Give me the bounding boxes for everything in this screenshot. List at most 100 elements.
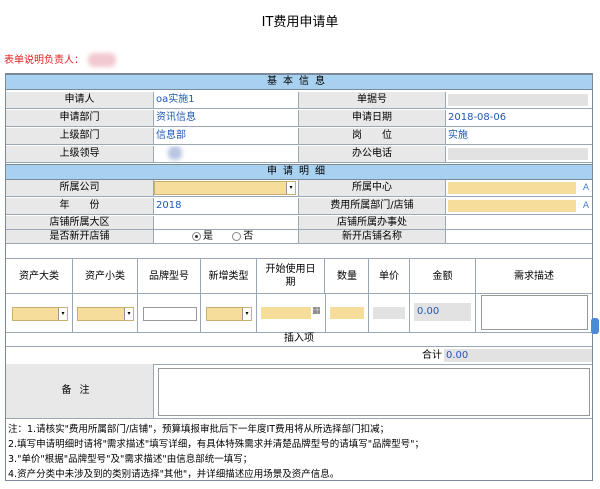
header-amount: 金额 [410, 259, 476, 293]
superior-dept-label: 上级部门 [6, 128, 154, 144]
header-start-date: 开始使用日期 [257, 259, 325, 293]
picker-icon[interactable]: A [582, 182, 590, 194]
header-brand-model: 品牌型号 [138, 259, 201, 293]
insert-row: 插入项 [6, 333, 592, 345]
cost-dept-input[interactable] [448, 200, 576, 212]
unit-price-input[interactable] [373, 307, 405, 319]
quantity-input[interactable] [330, 307, 364, 319]
office-phone-value [446, 146, 592, 162]
header-unit-price: 单价 [369, 259, 410, 293]
radio-yes-label: 是 [203, 231, 213, 242]
office-phone-input[interactable] [448, 148, 588, 160]
date-label: 申请日期 [299, 110, 446, 126]
superior-dept-value: 信息部 [154, 128, 299, 144]
section-basic-header: 基本信息 [6, 74, 592, 90]
company-field: ▾ [154, 180, 299, 196]
asset-category-select[interactable]: ▾ [12, 307, 68, 321]
header-asset-category: 资产大类 [6, 259, 73, 293]
year-label: 年 份 [6, 198, 154, 214]
radio-yes-icon [192, 231, 201, 241]
add-type-select[interactable]: ▾ [206, 307, 252, 321]
header-quantity: 数量 [326, 259, 369, 293]
position-value: 实施 [448, 130, 468, 141]
row-year: 年 份 2018 费用所属部门/店铺 A [6, 198, 592, 215]
radio-yes[interactable]: 是 [192, 231, 213, 242]
cost-dept-label: 费用所属部门/店铺 [299, 198, 446, 214]
cost-dept-field: A [446, 198, 592, 214]
center-field: A [446, 180, 592, 196]
form-title: IT费用申请单 [261, 15, 339, 30]
chevron-down-icon: ▾ [286, 182, 295, 194]
row-store-region: 店铺所属大区 店铺所属办事处 [6, 216, 592, 230]
store-office-value [446, 216, 592, 229]
section-detail-title: 申请明细 [267, 166, 331, 177]
side-expand-icon[interactable] [591, 318, 599, 334]
new-store-name-value [446, 230, 592, 243]
radio-no[interactable]: 否 [232, 231, 253, 242]
superior-leader-label: 上级领导 [6, 146, 154, 162]
new-store-name-label: 新开店铺名称 [299, 230, 446, 243]
total-label: 合计 [422, 350, 442, 361]
remark-row: 备注 [6, 364, 592, 419]
row-applicant: 申请人 oa实施1 单据号 [6, 92, 592, 109]
detail-table-row: ▾ ▾ ▾ ▦ 0.00 [6, 293, 592, 333]
chevron-down-icon: ▾ [124, 308, 133, 320]
row-dept: 申请部门 资讯信息 申请日期 2018-08-06 [6, 110, 592, 127]
date-value: 2018-08-06 [448, 112, 507, 123]
calendar-icon[interactable]: ▦ [312, 306, 321, 318]
header-description: 需求描述 [476, 259, 592, 293]
company-select[interactable]: ▾ [154, 181, 296, 195]
note-line-1: 注：1.请核实"费用所属部门/店铺"，预算填报审批后下一年度IT费用将从所选择部… [8, 424, 390, 435]
applicant-value: oa实施1 [154, 92, 299, 108]
description-textarea[interactable] [481, 295, 588, 330]
center-label: 所属中心 [299, 180, 446, 196]
row-superior-leader: 上级领导 办公电话 [6, 146, 592, 163]
header-asset-subcategory: 资产小类 [73, 259, 138, 293]
asset-subcategory-select[interactable]: ▾ [77, 307, 134, 321]
center-input[interactable] [448, 182, 576, 194]
detail-table-header: 资产大类 资产小类 品牌型号 新增类型 开始使用日期 数量 单价 金额 需求描述 [6, 258, 592, 294]
form-frame: 基本信息 申请人 oa实施1 单据号 申请部门 资讯信息 申请日期 2018-0… [5, 73, 593, 481]
leader-avatar [168, 146, 182, 160]
store-office-label: 店铺所属办事处 [299, 216, 446, 229]
picker-icon[interactable]: A [582, 200, 590, 212]
section-basic-title: 基本信息 [267, 76, 331, 87]
section-detail-header: 申请明细 [6, 164, 592, 180]
company-label: 所属公司 [6, 180, 154, 196]
amount-value: 0.00 [414, 303, 471, 321]
start-date-input[interactable] [261, 307, 311, 319]
doc-no-label: 单据号 [299, 92, 446, 108]
doc-no-value [446, 92, 592, 108]
superior-leader-value [154, 146, 299, 162]
notes-section: 注：1.请核实"费用所属部门/店铺"，预算填报审批后下一年度IT费用将从所选择部… [6, 419, 592, 480]
note-line-2: 2.填写申请明细时请将"需求描述"填写详细，有具体特殊需求并清楚品牌型号的请填写… [8, 439, 425, 450]
header-add-type: 新增类型 [201, 259, 257, 293]
new-store-options: 是 否 [154, 230, 299, 243]
dept-value: 资讯信息 [154, 110, 299, 126]
total-value: 0.00 [444, 349, 592, 362]
position-label: 岗 位 [299, 128, 446, 144]
applicant-label: 申请人 [6, 92, 154, 108]
remark-textarea[interactable] [158, 368, 590, 416]
radio-no-label: 否 [243, 231, 254, 242]
brand-model-input[interactable] [143, 307, 197, 321]
form-owner: 表单说明负责人： [4, 51, 116, 67]
year-value: 2018 [154, 198, 299, 214]
dept-label: 申请部门 [6, 110, 154, 126]
radio-no-icon [232, 231, 242, 241]
chevron-down-icon: ▾ [242, 308, 251, 320]
doc-no-input[interactable] [448, 94, 588, 106]
note-line-4: 4.资产分类中未涉及到的类别请选择"其他"，并详细描述应用场景及资产信息。 [8, 469, 340, 480]
owner-label: 表单说明负责人： [4, 55, 84, 66]
office-phone-label: 办公电话 [299, 146, 446, 162]
insert-item-link[interactable]: 插入项 [6, 333, 592, 345]
row-superior-dept: 上级部门 信息部 岗 位 实施 [6, 128, 592, 145]
row-new-store: 是否新开店铺 是 否 新开店铺名称 [6, 230, 592, 244]
new-store-label: 是否新开店铺 [6, 230, 154, 243]
store-region-label: 店铺所属大区 [6, 216, 154, 229]
store-region-value [154, 216, 299, 229]
row-company: 所属公司 ▾ 所属中心 A [6, 180, 592, 197]
note-line-3: 3."单价"根据"品牌型号"及"需求描述"由信息部统一填写； [8, 454, 253, 465]
chevron-down-icon: ▾ [58, 308, 67, 320]
total-row: 合计 0.00 [6, 346, 592, 365]
